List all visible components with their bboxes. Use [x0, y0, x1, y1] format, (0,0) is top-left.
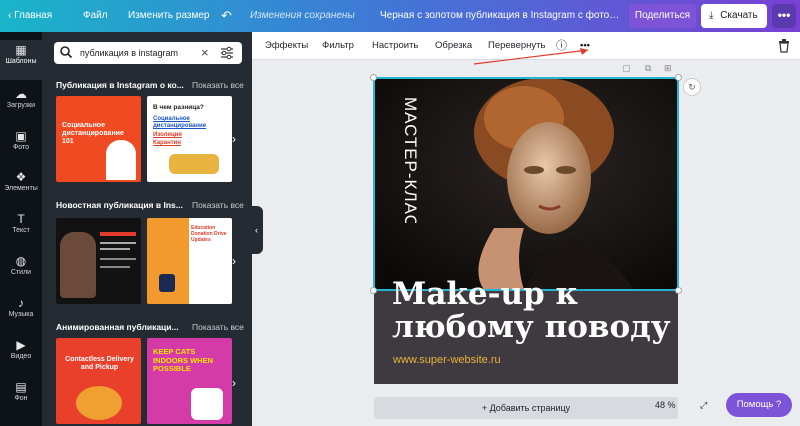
show-all-link[interactable]: Показать все [192, 80, 244, 90]
download-icon: ⤓ [709, 10, 714, 21]
duplicate-icon[interactable]: ⧉ [645, 63, 651, 74]
adjust-button[interactable]: Настроить [372, 32, 418, 60]
website-text[interactable]: www.super-website.ru [393, 354, 501, 366]
zoom-control[interactable]: 48 % ⤢ [655, 396, 717, 414]
search-input[interactable]: публикация в instagram × [54, 42, 242, 64]
add-page-icon[interactable]: ⊞ [664, 63, 672, 74]
rail-item-photos[interactable]: ▣ Фото [0, 126, 42, 166]
document-title[interactable]: Черная с золотом публикация в Instagram … [380, 0, 620, 32]
resize-handle[interactable] [370, 74, 377, 81]
more-options-button[interactable]: ••• [772, 4, 796, 28]
filter-icon[interactable] [220, 46, 234, 60]
clear-icon[interactable]: × [201, 42, 209, 64]
rotate-icon[interactable]: ↻ [683, 78, 701, 96]
section-title: Публикация в Instagram о ко... [56, 80, 184, 90]
download-button[interactable]: ⤓ Скачать [701, 4, 767, 28]
template-thumbnail[interactable]: Education Donation Drive Updates [147, 218, 232, 304]
illustration [106, 140, 136, 180]
illustration [169, 154, 219, 174]
resize-handle[interactable] [675, 74, 682, 81]
crop-button[interactable]: Обрезка [435, 32, 472, 60]
chevron-left-icon: ‹ [8, 10, 12, 21]
background-icon: ▤ [15, 380, 27, 394]
text-icon: T [17, 212, 25, 226]
templates-panel: публикация в instagram × Публикация в In… [42, 32, 252, 426]
home-button[interactable]: ‹ Главная [8, 0, 52, 32]
template-thumbnail[interactable] [56, 218, 141, 304]
fullscreen-icon[interactable]: ⤢ [700, 400, 707, 410]
help-button[interactable]: Помощь ? [726, 393, 792, 417]
template-thumbnail[interactable]: Contactless Delivery and Pickup [56, 338, 141, 424]
add-page-button[interactable]: + Добавить страницу [374, 397, 678, 419]
undo-icon[interactable]: ↶ [221, 0, 232, 32]
upload-icon: ☁ [15, 87, 27, 101]
trash-icon[interactable] [778, 39, 790, 53]
resize-handle[interactable] [370, 287, 377, 294]
search-value: публикация в instagram [80, 48, 178, 58]
template-thumbnail[interactable]: Социальное дистанцирование 101 [56, 96, 141, 182]
rail-item-uploads[interactable]: ☁ Загрузки [0, 84, 42, 124]
rail-item-music[interactable]: ♪ Музыка [0, 293, 42, 333]
save-status: Изменения сохранены [250, 10, 355, 21]
elements-icon: ❖ [15, 170, 27, 184]
effects-button[interactable]: Эффекты [265, 32, 308, 60]
rail-item-elements[interactable]: ❖ Элементы [0, 167, 42, 207]
show-all-link[interactable]: Показать все [192, 322, 244, 332]
top-bar: ‹ Главная Файл Изменить размер ↶ Изменен… [0, 0, 800, 32]
left-rail: ▦ Шаблоны ☁ Загрузки ▣ Фото ❖ Элементы T… [0, 32, 42, 426]
vertical-title: МАСТЕР-КЛАСС [401, 97, 420, 223]
resize-handle[interactable] [675, 287, 682, 294]
chevron-right-icon[interactable]: › [232, 376, 236, 390]
video-icon: ▶ [16, 338, 26, 352]
template-thumbnail[interactable]: KEEP CATS INDOORS WHEN POSSIBLE [147, 338, 232, 424]
search-icon [60, 46, 73, 59]
section-title: Анимированная публикаци... [56, 322, 179, 332]
show-all-link[interactable]: Показать все [192, 200, 244, 210]
section-title: Новостная публикация в Ins... [56, 200, 183, 210]
templates-icon: ▦ [15, 43, 27, 57]
resize-button[interactable]: Изменить размер [128, 0, 209, 32]
share-button[interactable]: Поделиться [629, 4, 696, 28]
collapse-panel-button[interactable]: ‹ [250, 206, 263, 254]
portrait-image [60, 232, 96, 298]
headline-text[interactable]: Make-up к любому поводу [392, 278, 671, 344]
filter-button[interactable]: Фильтр [322, 32, 354, 60]
rail-item-video[interactable]: ▶ Видео [0, 335, 42, 375]
rail-item-templates[interactable]: ▦ Шаблоны [0, 40, 42, 80]
rail-item-styles[interactable]: ◍ Стили [0, 251, 42, 291]
file-menu[interactable]: Файл [83, 0, 108, 32]
rail-item-text[interactable]: T Текст [0, 209, 42, 249]
styles-icon: ◍ [15, 254, 27, 268]
photo-icon: ▣ [15, 129, 27, 143]
chevron-right-icon[interactable]: › [232, 132, 236, 146]
svg-text:МАСТЕР-КЛАСС: МАСТЕР-КЛАСС [401, 97, 420, 223]
rail-item-background[interactable]: ▤ Фон [0, 377, 42, 417]
music-icon: ♪ [18, 296, 24, 310]
annotation-arrow [473, 48, 589, 65]
template-thumbnail[interactable]: В чем разница? Социальное дистанцировани… [147, 96, 232, 182]
chevron-right-icon[interactable]: › [232, 254, 236, 268]
note-icon[interactable]: ▢ [622, 63, 631, 74]
